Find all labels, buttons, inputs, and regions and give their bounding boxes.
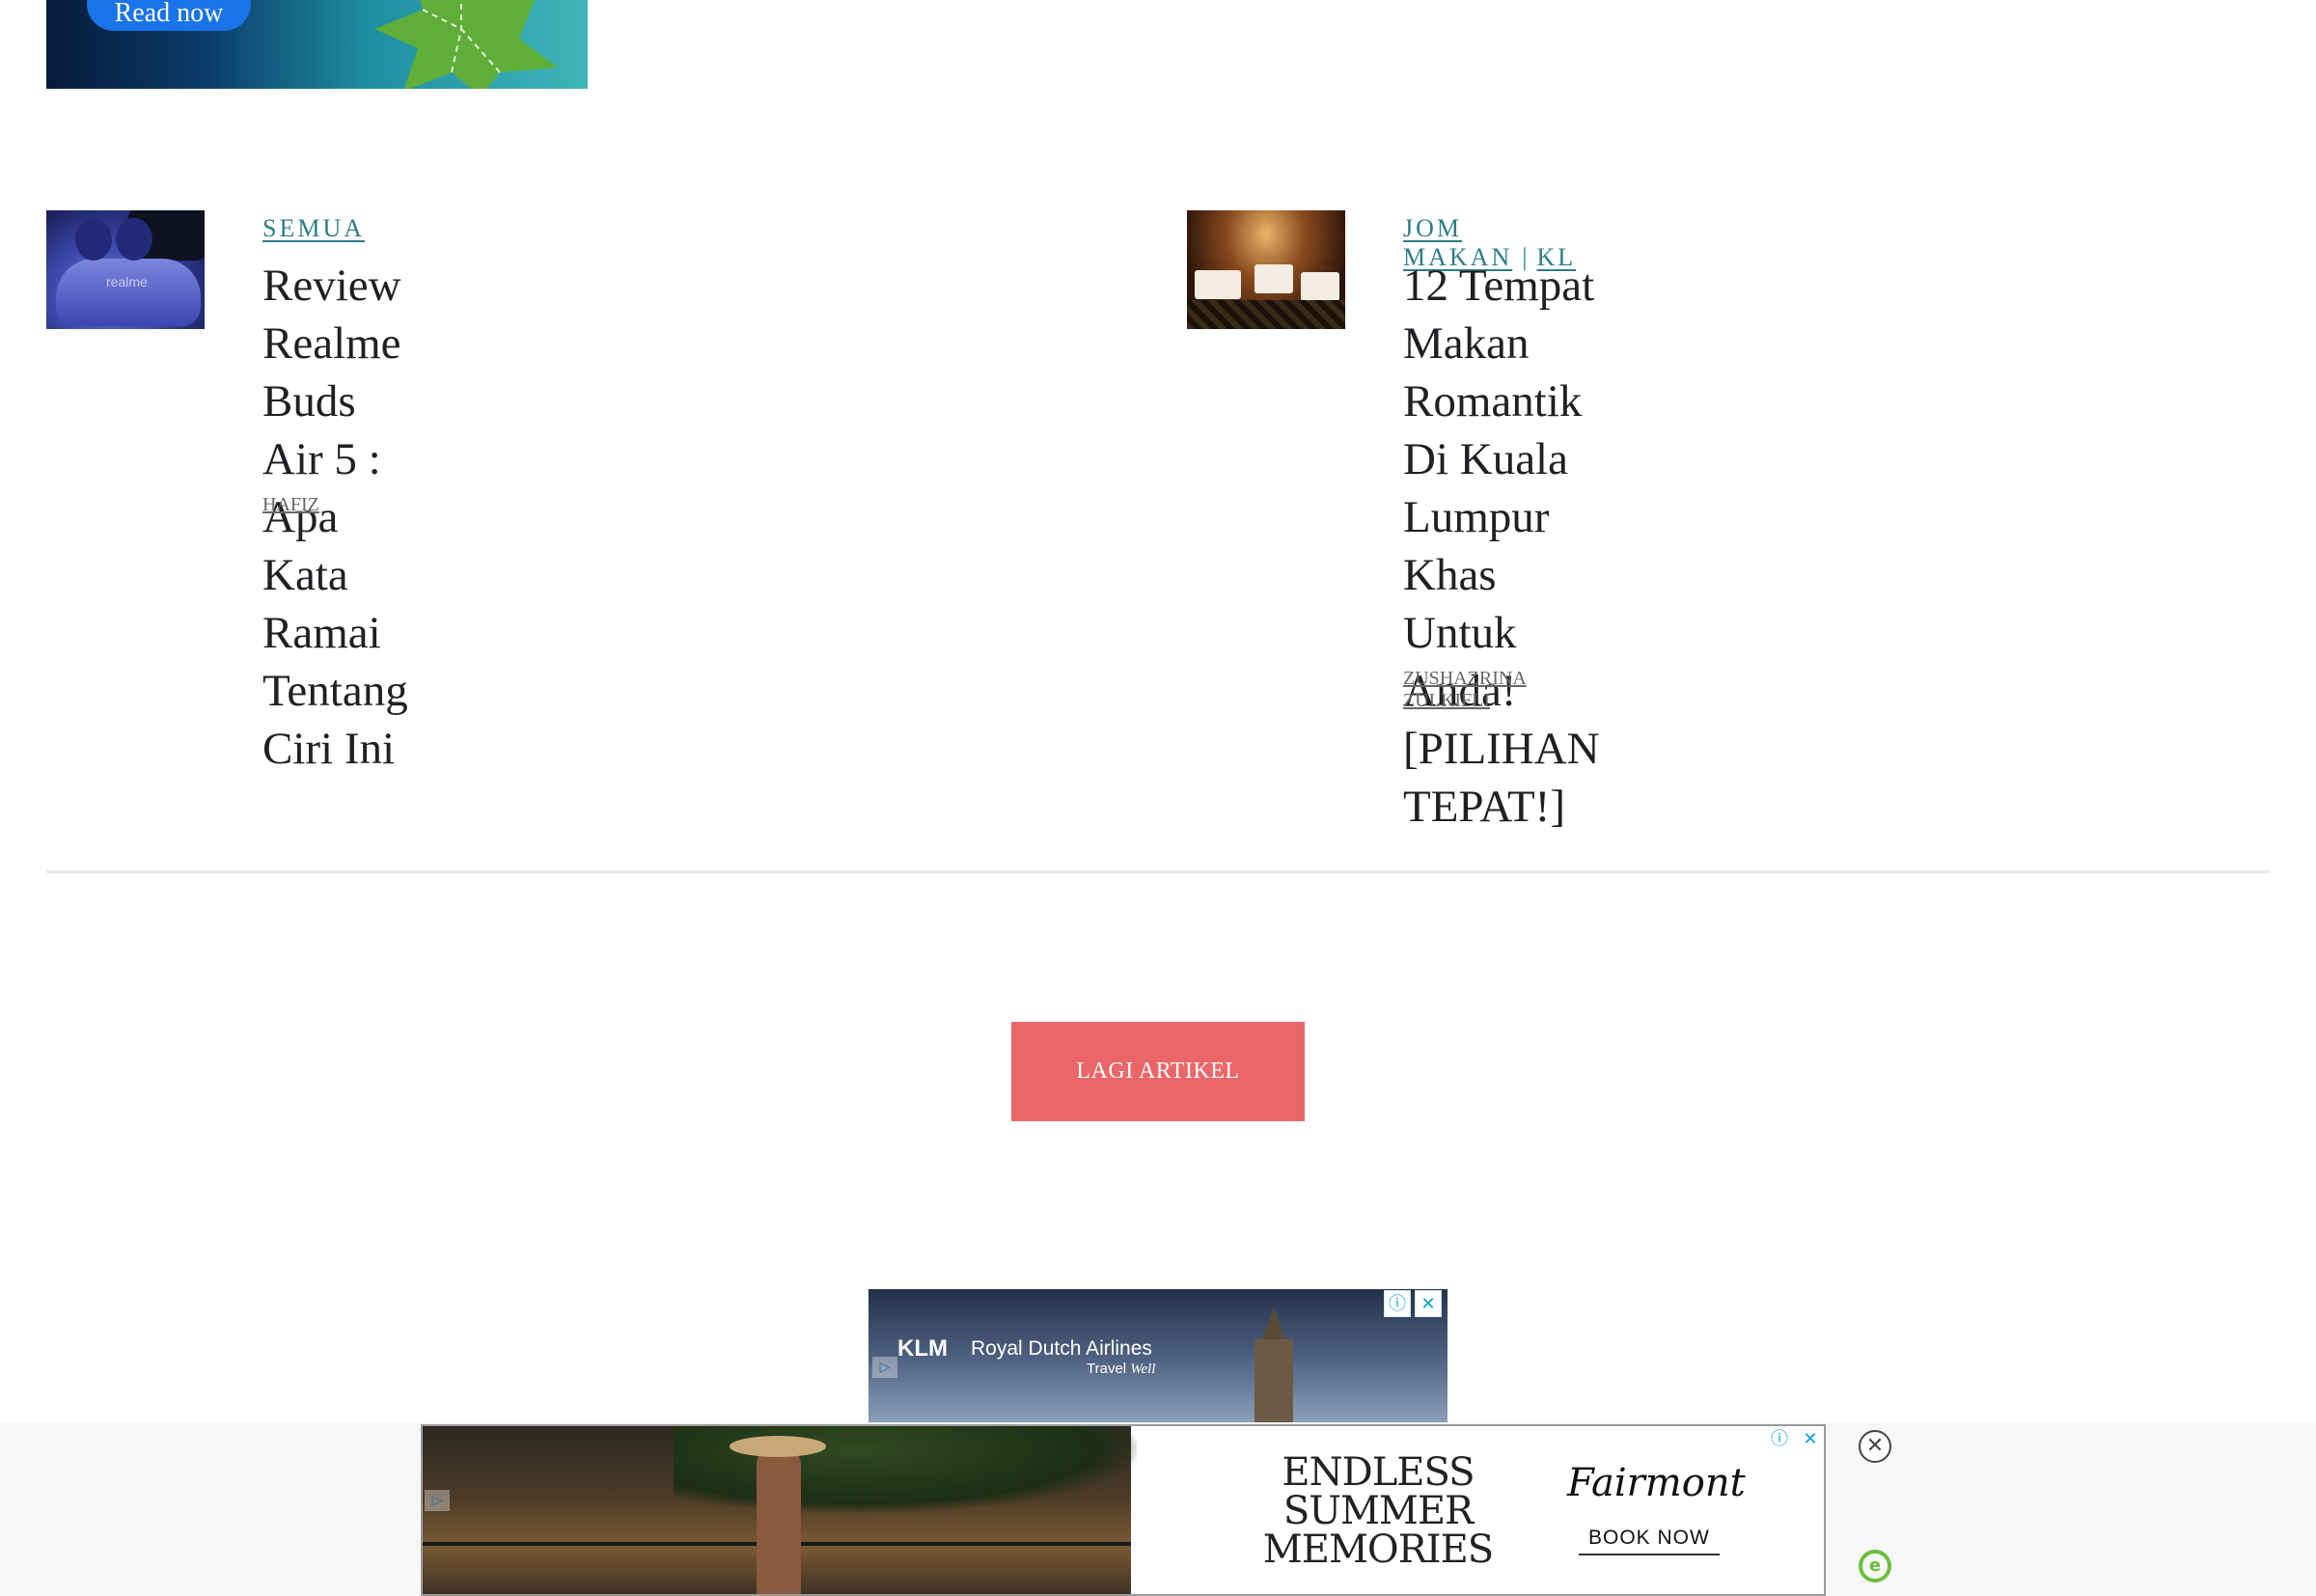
thumb-table [1301,272,1339,301]
leaf-graphic-icon [374,0,558,89]
tagline-word: Travel [1087,1361,1127,1377]
ezoic-logo-icon[interactable]: e [1859,1550,1891,1582]
more-articles-button[interactable]: LAGI ARTIKEL [1011,1022,1305,1121]
read-now-label: Read now [114,0,224,28]
fairmont-logo: Fairmont [1567,1461,1746,1505]
ad-info-icon[interactable]: ⓘ [1766,1426,1793,1453]
adchoices-icon[interactable]: ▷ [872,1357,897,1378]
title-line: Makan Romantik [1403,318,1583,427]
ad-close-icon[interactable]: ✕ [1797,1426,1824,1453]
article-thumbnail[interactable] [1187,210,1345,329]
article-title[interactable]: 12 Tempat Makan Romantik Di Kuala Lumpur… [1403,257,1600,836]
page: Read now realme SEMUA Review Realme Buds… [0,0,2316,1596]
tower-spire-icon [1260,1308,1287,1343]
ad-brand-text: Royal Dutch Airlines [971,1337,1152,1360]
fairmont-ad[interactable]: ▷ ENDLESS SUMMER MEMORIES Fairmont BOOK … [421,1424,1826,1596]
headline-line: MEMORIES [1262,1527,1494,1572]
top-banner-ad[interactable]: Read now [46,0,588,89]
title-line: 12 Tempat [1403,261,1595,311]
book-now-button[interactable]: BOOK NOW [1579,1527,1720,1555]
earbuds-case [56,259,201,326]
klm-ad[interactable]: KLM Royal Dutch Airlines Travel Well ▷ [868,1289,1448,1424]
sticky-close-icon[interactable]: ✕ [1859,1430,1891,1463]
title-line: Kata Ramai [262,550,381,658]
title-line: Lumpur Khas [1403,492,1550,600]
ad-close-icon[interactable]: ✕ [1415,1290,1442,1317]
palm-foliage [674,1426,1137,1513]
person-figure [757,1445,801,1594]
section-divider [46,870,2270,873]
thumb-table [1195,270,1241,299]
headline-line: ENDLESS [1282,1450,1475,1495]
article-author-link[interactable]: ZUSHAZRINA ZULKIFLI [1403,668,1527,712]
title-line: TEPAT!] [1403,782,1565,832]
thumb-floor [1187,300,1345,329]
category-link[interactable]: SEMUA [262,214,365,242]
earbud-left [75,218,112,261]
tagline-word: Well [1130,1362,1156,1377]
title-line: [PILIHAN [1403,724,1600,774]
ad-info-icon[interactable]: ⓘ [1384,1290,1411,1317]
title-line: Buds Air 5 : Apa [262,376,381,542]
thumb-table [1254,264,1293,293]
article-author-link[interactable]: HAFIZ [262,494,319,516]
headline-line: SUMMER [1282,1489,1474,1533]
title-line: Tentang Ciri Ini [262,666,408,774]
thumb-brand-text: realme [106,274,148,289]
hat-shape [730,1436,826,1457]
earbud-right [116,218,152,261]
article-title[interactable]: Review Realme Buds Air 5 : Apa Kata Rama… [262,257,408,778]
ad-tagline: Travel Well [1087,1361,1155,1378]
title-line: Review Realme [262,261,401,369]
article-categories: SEMUA [262,214,365,243]
adchoices-icon[interactable]: ▷ [425,1490,450,1511]
ad-headline: ENDLESS SUMMER MEMORIES [1233,1453,1523,1569]
article-thumbnail[interactable]: realme [46,210,205,329]
klm-logo: KLM [897,1335,948,1362]
ad-photo [423,1426,1137,1594]
title-line: Di Kuala [1403,434,1568,484]
read-now-button[interactable]: Read now [87,0,251,31]
tower-icon [1254,1339,1293,1424]
